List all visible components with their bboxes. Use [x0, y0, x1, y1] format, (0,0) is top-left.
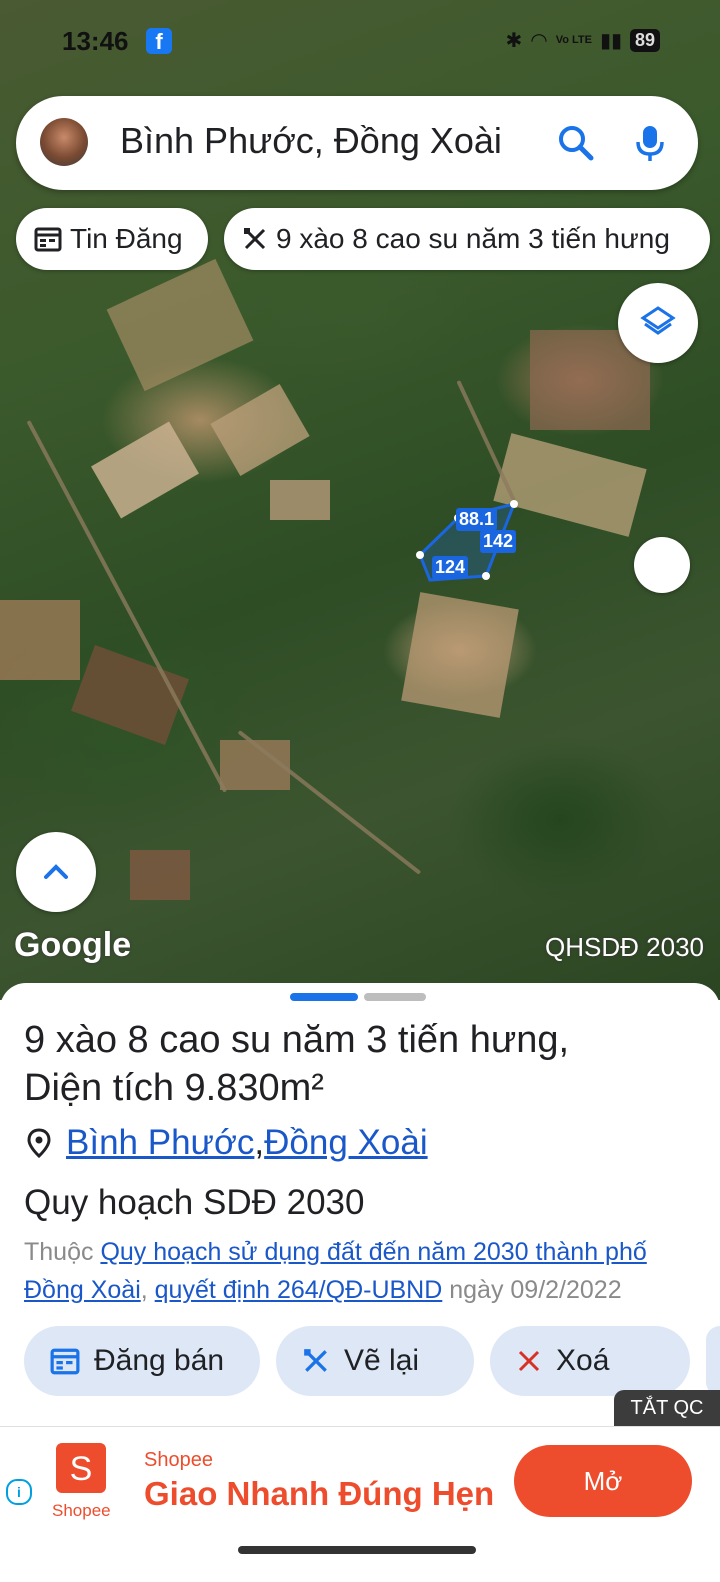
- desc-sep: ,: [140, 1276, 155, 1304]
- location-pin-icon: [27, 1128, 51, 1158]
- button-label: Xoá: [556, 1344, 610, 1377]
- plot-vertex: [482, 572, 490, 580]
- chip-plot-name[interactable]: 9 xào 8 cao su năm 3 tiến hưng: [224, 208, 710, 270]
- close-icon: [518, 1350, 540, 1372]
- info-icon[interactable]: i: [6, 1479, 32, 1505]
- plan-description: Thuộc Quy hoạch sử dụng đất đến năm 2030…: [24, 1233, 704, 1309]
- avatar[interactable]: [40, 118, 88, 166]
- facebook-icon: f: [146, 28, 172, 54]
- layers-icon: [640, 306, 676, 335]
- ad-brand: Shopee: [144, 1449, 213, 1471]
- location-district-link[interactable]: Đồng Xoài: [264, 1123, 427, 1163]
- calendar-icon: [34, 227, 62, 252]
- google-logo: Google: [14, 926, 132, 964]
- location-province-link[interactable]: Bình Phước: [66, 1123, 254, 1163]
- chip-label: Tin Đăng: [70, 223, 183, 254]
- edge-length-label: 124: [432, 556, 469, 579]
- gesture-nav-bar[interactable]: [238, 1546, 476, 1554]
- microphone-icon[interactable]: [630, 123, 670, 163]
- edge-length-label: 88.1: [456, 508, 498, 531]
- wifi-icon: ◠: [530, 30, 548, 52]
- search-bar[interactable]: Bình Phước, Đồng Xoài: [16, 96, 698, 190]
- plot-vertex: [416, 551, 424, 559]
- chip-listings[interactable]: Tin Đăng: [16, 208, 208, 270]
- shopee-logo-text: Shopee: [52, 1501, 111, 1520]
- shopee-logo: S: [56, 1443, 106, 1493]
- redraw-button[interactable]: Vẽ lại: [276, 1326, 474, 1396]
- button-label: Đăng bán: [94, 1344, 225, 1377]
- decision-link[interactable]: quyết định 264/QĐ-UBND: [155, 1276, 443, 1304]
- close-ad-button[interactable]: TẮT QC: [614, 1390, 720, 1426]
- chevron-up-icon: [44, 864, 68, 879]
- desc-prefix: Thuộc: [24, 1238, 101, 1266]
- edge-length-label: 142: [480, 530, 517, 553]
- search-icon[interactable]: [556, 123, 596, 163]
- more-action-button[interactable]: [706, 1326, 720, 1396]
- location-sep: ,: [254, 1123, 265, 1162]
- plot-vertex: [510, 500, 518, 508]
- ad-open-button[interactable]: Mở: [514, 1445, 692, 1517]
- plot-title: 9 xào 8 cao su năm 3 tiến hưng,: [24, 1019, 570, 1061]
- calendar-icon: [50, 1348, 80, 1375]
- volte-icon: Vo LTE: [555, 34, 592, 46]
- button-label: Vẽ lại: [344, 1344, 420, 1377]
- desc-date: ngày 09/2/2022: [442, 1276, 622, 1304]
- ad-headline: Giao Nhanh Đúng Hẹn: [144, 1475, 495, 1512]
- layers-button[interactable]: [618, 283, 698, 363]
- map-control-button[interactable]: [634, 537, 690, 593]
- delete-button[interactable]: Xoá: [490, 1326, 690, 1396]
- post-sale-button[interactable]: Đăng bán: [24, 1326, 260, 1396]
- details-sheet[interactable]: 9 xào 8 cao su năm 3 tiến hưng, Diện tíc…: [0, 983, 720, 1428]
- draw-icon: [304, 1349, 327, 1372]
- plan-layer-label: QHSDĐ 2030: [545, 932, 704, 962]
- signal-icon: ▮▮: [599, 30, 622, 52]
- ad-banner[interactable]: i S Shopee Shopee Giao Nhanh Đúng Hẹn Mở: [0, 1426, 720, 1539]
- battery-icon: 89: [629, 29, 660, 52]
- expand-button[interactable]: [16, 832, 96, 912]
- area-prefix: Diện tích: [24, 1067, 185, 1109]
- chip-label: 9 xào 8 cao su năm 3 tiến hưng: [276, 223, 670, 254]
- plan-title: Quy hoạch SDĐ 2030: [24, 1183, 365, 1222]
- location-row: Bình Phước, Đồng Xoài: [26, 1123, 428, 1163]
- status-icons: ✱ ◠ Vo LTE ▮▮ 89: [505, 28, 660, 53]
- draw-icon: [244, 228, 266, 250]
- search-query[interactable]: Bình Phước, Đồng Xoài: [120, 120, 502, 162]
- plot-area: Diện tích 9.830m²: [24, 1067, 324, 1110]
- status-time: 13:46: [62, 26, 129, 56]
- sheet-handle[interactable]: [290, 993, 358, 1001]
- status-bar: 13:46 f ✱ ◠ Vo LTE ▮▮ 89: [0, 0, 720, 80]
- bluetooth-icon: ✱: [505, 30, 523, 52]
- area-value: 9.830m²: [184, 1067, 324, 1109]
- sheet-handle[interactable]: [364, 993, 426, 1001]
